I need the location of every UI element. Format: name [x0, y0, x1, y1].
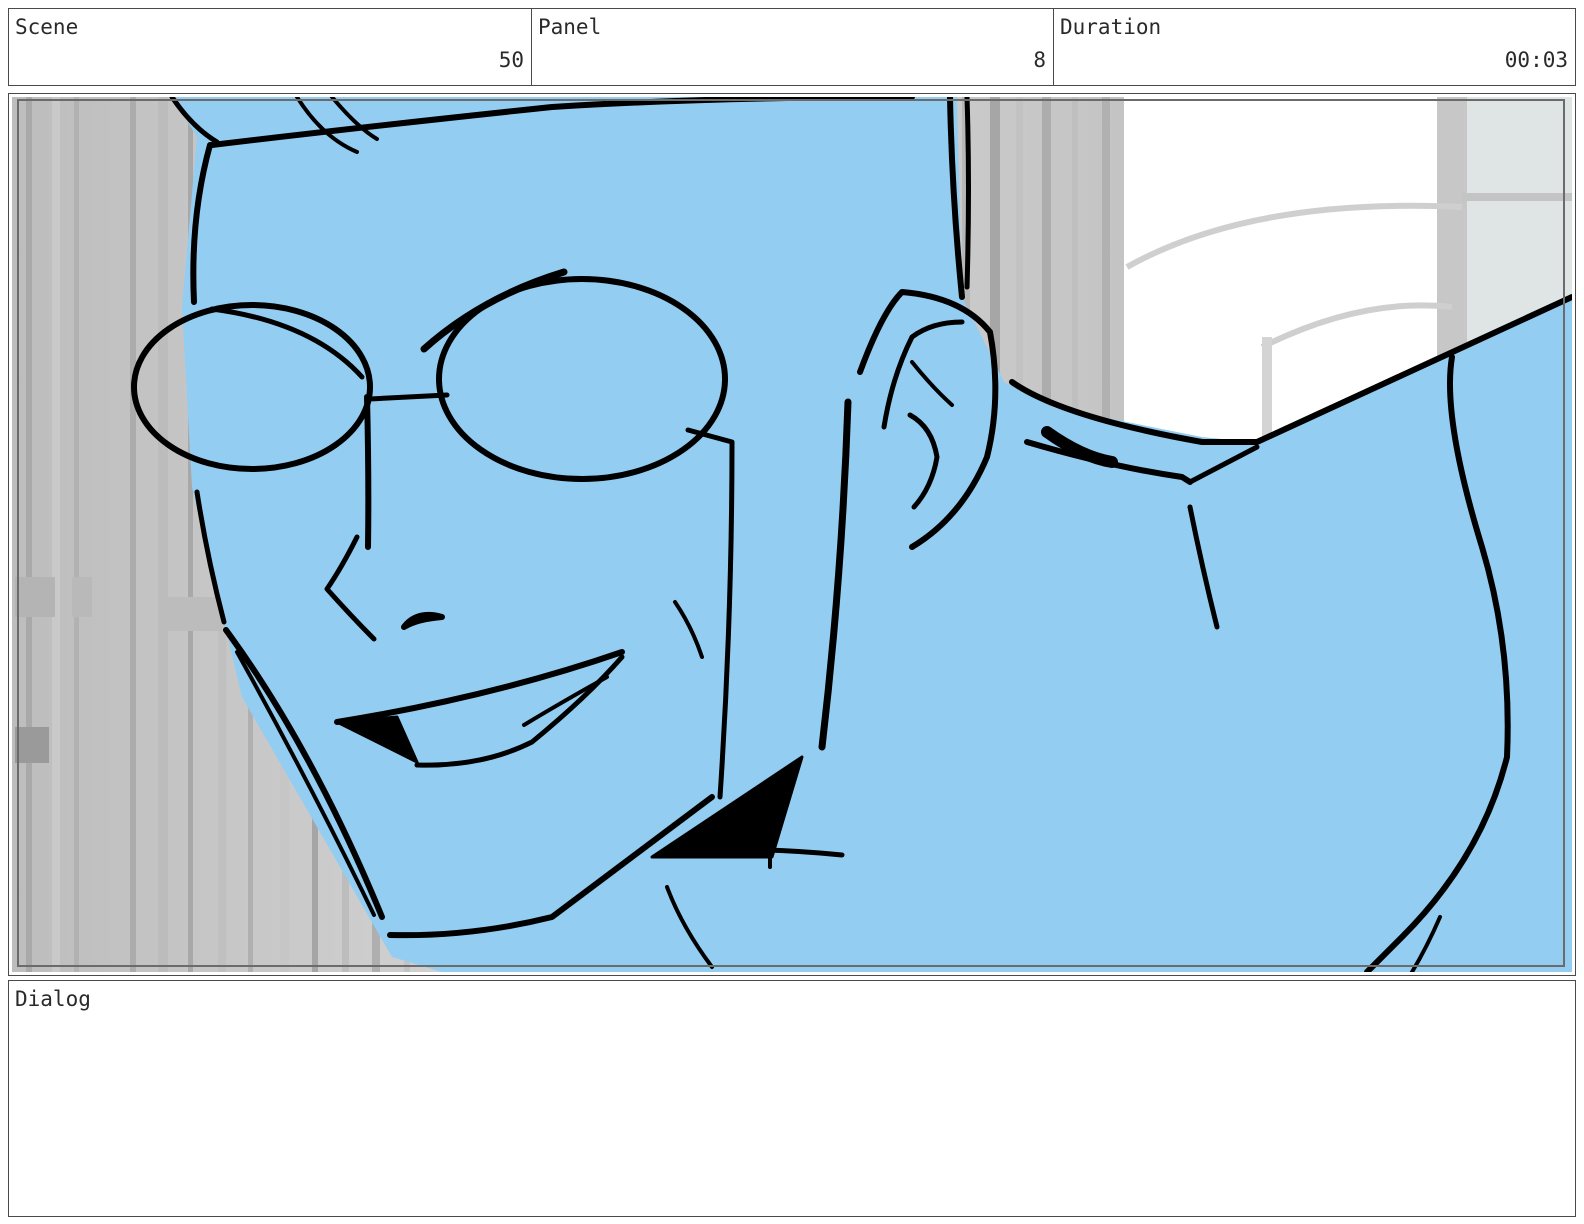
- panel-header: Scene 50 Panel 8 Duration 00:03: [8, 8, 1576, 86]
- storyboard-sketch: [12, 97, 1572, 972]
- duration-label: Duration: [1060, 15, 1162, 39]
- duration-value: 00:03: [1504, 48, 1568, 72]
- panel-cell: Panel 8: [532, 9, 1054, 85]
- duration-cell: Duration 00:03: [1054, 9, 1575, 85]
- dialog-box[interactable]: Dialog: [8, 980, 1576, 1217]
- scene-number: 50: [498, 48, 524, 72]
- scene-cell: Scene 50: [9, 9, 532, 85]
- panel-number: 8: [1033, 48, 1046, 72]
- storyboard-frame: [8, 93, 1576, 976]
- scene-label: Scene: [15, 15, 79, 39]
- dialog-label: Dialog: [15, 987, 91, 1011]
- panel-label: Panel: [538, 15, 602, 39]
